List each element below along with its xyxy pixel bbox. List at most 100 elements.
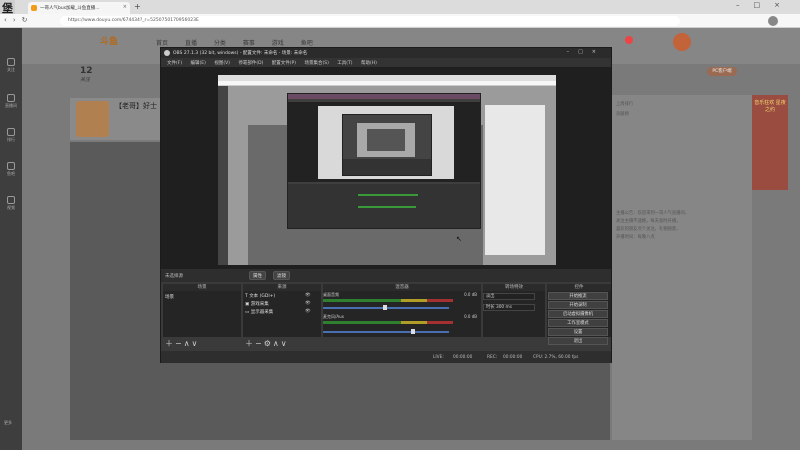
browser-nav[interactable]: ‹›↻ [4, 16, 34, 24]
left-nav-item[interactable]: 关注 [2, 58, 20, 73]
nested3-obs-window [367, 129, 405, 151]
ad-text: 音乐狂欢 星夜之约 [754, 100, 786, 113]
settings-button[interactable]: 设置 [548, 328, 608, 336]
nav-link[interactable]: 赛事 [243, 40, 255, 47]
duration-field[interactable]: 时长 300 ms [483, 304, 535, 311]
browser-window-controls[interactable]: –□× [736, 1, 794, 9]
cpu-fps: CPU: 2.7%, 60.00 fps [533, 355, 579, 360]
menu-help[interactable]: 帮助(H) [361, 61, 377, 66]
obs-window-controls[interactable]: –□× [567, 49, 605, 55]
scenes-dock-toolbar[interactable]: ＋−∧∨ [165, 338, 199, 348]
nested-left-nav [218, 86, 228, 265]
eye-icon[interactable]: 👁 [305, 309, 311, 314]
mixer-db: 0.0 dB [464, 292, 477, 297]
no-source-label: 未选择源 [165, 274, 183, 279]
browser-tabbar: 堡 一哥人气bus加载_斗鱼直播... × + –□× [0, 0, 800, 16]
rank-title[interactable]: 上周排行 [616, 101, 744, 107]
close-icon[interactable]: × [774, 1, 794, 9]
mixer-channel-name: 麦克风/Aux 0.0 dB [323, 314, 477, 319]
announcement-line: 关注主播不迷路，每天准时开播， [616, 219, 681, 224]
rec-label: REC: [487, 355, 498, 360]
minimize-icon[interactable]: – [736, 1, 754, 9]
tab-title: 一哥人气bus加载_斗鱼直播... [40, 6, 100, 11]
nested2-obs-window [342, 114, 432, 176]
maximize-icon[interactable]: □ [578, 49, 592, 55]
nav-link[interactable]: 游戏 [272, 40, 284, 47]
left-nav-item[interactable]: 视频 [2, 196, 20, 211]
url-input[interactable]: https://www.douyu.com/674434?_r=52507501… [60, 16, 680, 26]
menu-view[interactable]: 视图(V) [214, 61, 230, 66]
game-source-icon: ▣ [245, 302, 250, 307]
left-nav-item[interactable]: 鱼吧 [2, 162, 20, 177]
left-nav-more[interactable]: 更多 [4, 420, 12, 426]
obs-title-text: OBS 27.1.3 (32 bit, windows) - 配置文件: 未命名… [173, 51, 308, 56]
left-nav-item[interactable]: 排行 [2, 128, 20, 143]
menu-file[interactable]: 文件(F) [167, 61, 182, 66]
menu-edit[interactable]: 编辑(E) [191, 61, 206, 66]
sources-dock-header: 来源 [243, 284, 321, 291]
nav-link[interactable]: 鱼吧 [301, 40, 313, 47]
left-nav-item[interactable]: 直播间 [2, 94, 20, 109]
source-item[interactable]: T 文本 (GDI+) 👁 [245, 293, 311, 299]
tab-favicon-icon [31, 5, 37, 11]
source-item[interactable]: ▭ 显示器采集 👁 [245, 309, 311, 315]
new-tab-button[interactable]: + [134, 2, 141, 11]
tab-close-icon[interactable]: × [123, 4, 127, 10]
scene-item[interactable]: 场景 [165, 294, 174, 300]
volume-slider[interactable] [323, 331, 449, 333]
profile-avatar[interactable] [768, 16, 778, 26]
live-time: 00:00:00 [453, 355, 473, 360]
filters-button[interactable]: 滤镜 [273, 271, 290, 280]
reload-icon[interactable]: ↻ [22, 16, 34, 24]
sources-dock-toolbar[interactable]: ＋−⚙∧∨ [245, 338, 289, 348]
close-icon[interactable]: × [592, 49, 605, 55]
obs-preview-canvas[interactable]: ↖ [218, 75, 556, 265]
transitions-dock-header: 转场特效 [483, 284, 545, 291]
back-icon[interactable]: ‹ [4, 16, 13, 24]
monitor-source-icon: ▭ [245, 310, 250, 315]
eye-icon[interactable]: 👁 [305, 301, 311, 306]
studio-mode-button[interactable]: 工作室模式 [548, 319, 608, 327]
menu-docks[interactable]: 停靠部件(D) [238, 61, 263, 66]
forward-icon[interactable]: › [13, 16, 22, 24]
ad-banner[interactable]: 音乐狂欢 星夜之约 [752, 95, 788, 190]
properties-button[interactable]: 属性 [249, 271, 266, 280]
nav-link[interactable]: 直播 [185, 40, 197, 47]
transition-select[interactable]: 淡出 [483, 293, 535, 300]
volume-knob[interactable] [383, 305, 387, 310]
nested-obs-canvas [318, 106, 454, 179]
streamer-avatar[interactable] [76, 101, 109, 137]
stat-item[interactable]: 12 关注 [80, 66, 108, 83]
audio-meter [323, 299, 453, 302]
audio-meter [323, 321, 453, 324]
user-avatar[interactable] [673, 33, 691, 51]
maximize-icon[interactable]: □ [754, 1, 775, 9]
mixer-channel-name: 桌面音频 0.0 dB [323, 292, 477, 297]
rank-subtitle[interactable]: 贡献榜 [616, 111, 744, 117]
volume-knob[interactable] [411, 329, 415, 334]
nav-link[interactable]: 首页 [156, 40, 168, 47]
source-item[interactable]: ▣ 游戏采集 👁 [245, 301, 311, 307]
obs-statusbar: LIVE: 00:00:00 REC: 00:00:00 CPU: 2.7%, … [161, 351, 611, 363]
obs-titlebar: OBS 27.1.3 (32 bit, windows) - 配置文件: 未命名… [161, 48, 611, 58]
browser-tab[interactable]: 一哥人气bus加载_斗鱼直播... × [28, 2, 130, 14]
nested-obs-window [287, 93, 481, 229]
controls-dock-header: 控件 [547, 284, 611, 291]
exit-button[interactable]: 退出 [548, 337, 608, 345]
menu-tools[interactable]: 工具(T) [337, 61, 352, 66]
heart-icon [7, 58, 15, 66]
menu-profile[interactable]: 配置文件(P) [272, 61, 296, 66]
virtual-camera-button[interactable]: 启动虚拟摄像机 [548, 310, 608, 318]
announcement-line: 喜欢的朋友点个关注，礼物随意， [616, 227, 681, 232]
menu-scene-collection[interactable]: 场景集合(S) [304, 61, 328, 66]
site-logo[interactable]: 斗鱼 [100, 34, 118, 47]
start-streaming-button[interactable]: 开始推流 [548, 292, 608, 300]
eye-icon[interactable]: 👁 [305, 293, 311, 298]
nav-link[interactable]: 分类 [214, 40, 226, 47]
minimize-icon[interactable]: – [567, 49, 579, 55]
scenes-list[interactable] [163, 291, 241, 337]
start-recording-button[interactable]: 开始录制 [548, 301, 608, 309]
mixer-dock-header: 混音器 [323, 284, 481, 291]
pc-client-button[interactable]: PC客户端 [707, 67, 737, 76]
nested-audio-meter [358, 206, 416, 208]
